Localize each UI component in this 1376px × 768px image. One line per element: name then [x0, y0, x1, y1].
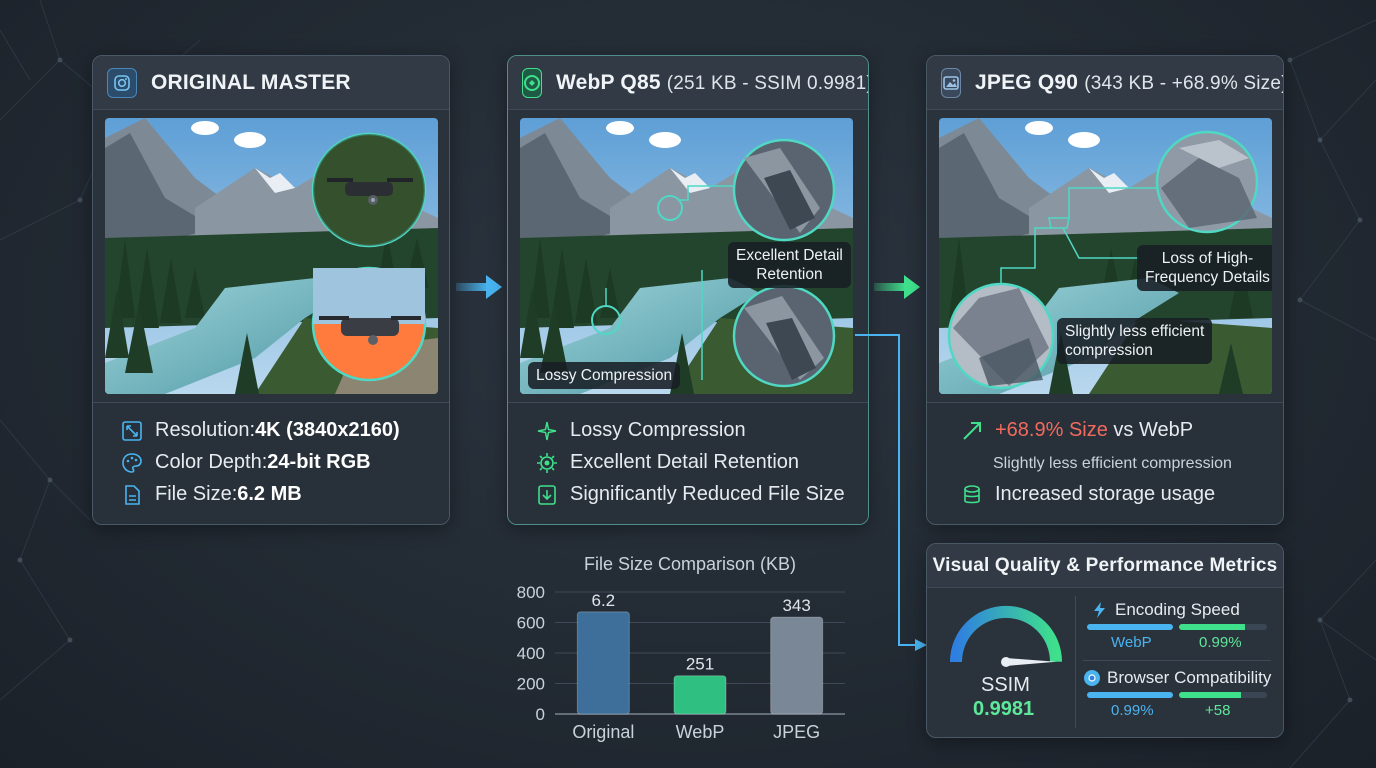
browser-compat-left-value: 0.99%	[1111, 702, 1154, 719]
image-icon	[941, 67, 961, 98]
jpeg-details: +68.9% Size vs WebP Slightly less effici…	[927, 402, 1283, 524]
lightning-icon	[1094, 602, 1105, 618]
encoding-speed-fill-left	[1087, 624, 1173, 630]
database-icon	[964, 484, 980, 503]
y-tick-label-0: 0	[536, 705, 545, 724]
lossy-compression-callout: Lossy Compression	[528, 362, 681, 389]
x-tick-label-webp: WebP	[676, 722, 725, 742]
y-tick-label-800: 800	[517, 583, 545, 602]
file-size-bar-chart: 0 200 400 600 800 6.2 Original 251 WebP 343 JPEG	[517, 583, 845, 742]
y-tick-label-200: 200	[517, 675, 545, 694]
efficiency-callout: Slightly less efficient compression	[1057, 318, 1213, 364]
encoding-speed-right-value: 0.99%	[1199, 634, 1242, 651]
encoding-speed-left-value: WebP	[1111, 634, 1152, 651]
file-icon	[125, 484, 140, 505]
data-label-jpeg: 343	[782, 596, 810, 615]
ssim-gauge	[949, 605, 1062, 667]
data-label-webp: 251	[686, 655, 714, 674]
palette-icon	[122, 452, 142, 473]
webp-subtitle: (251 KB - SSIM 0.9981)	[666, 72, 869, 94]
bar-jpeg	[770, 616, 824, 715]
original-master-details: Resolution: 4K (3840x2160) Color Depth: …	[93, 402, 449, 524]
browser-compat-fill-right	[1179, 692, 1241, 698]
ssim-value: 0.9981	[973, 698, 1035, 720]
x-tick-label-original: Original	[572, 722, 634, 742]
jpeg-subtitle: (343 KB - +68.9% Size)	[1084, 72, 1284, 94]
storage-row: Increased storage usage	[961, 483, 1215, 506]
loss-of-detail-callout: Loss of High- Frequency Details	[1137, 245, 1272, 291]
webp-details: Lossy Compression Excellent Detail Reten…	[508, 402, 868, 524]
size-delta-row: +68.9% Size vs WebP	[961, 419, 1193, 442]
arrow-webp-to-jpeg	[874, 275, 920, 299]
original-master-title: ORIGINAL MASTER	[151, 70, 351, 94]
jpeg-header: JPEG Q90 (343 KB - +68.9% Size)	[927, 56, 1283, 110]
metrics-row-divider	[1083, 660, 1271, 661]
webp-header: WebP Q85 (251 KB - SSIM 0.9981)	[508, 56, 868, 110]
detail-retention-callout: Excellent Detail Retention	[728, 242, 851, 288]
browser-compat-label: Browser Compatibility	[1083, 668, 1271, 688]
webp-title: WebP Q85 (251 KB - SSIM 0.9981)	[556, 71, 869, 95]
original-master-header: ORIGINAL MASTER	[93, 56, 449, 110]
resolution-row: Resolution: 4K (3840x2160)	[121, 419, 400, 442]
ssim-label: SSIM	[981, 674, 1030, 696]
metrics-card: Visual Quality & Performance Metrics SSI…	[926, 543, 1284, 738]
sparkle-icon	[537, 421, 557, 440]
efficiency-note: Slightly less efficient compression	[993, 455, 1232, 472]
chart-title: File Size Comparison (KB)	[583, 554, 797, 574]
ssim-gauge-needle	[1001, 657, 1056, 667]
trend-up-icon	[963, 421, 981, 440]
webp-logo-icon	[522, 67, 542, 98]
x-tick-label-jpeg: JPEG	[773, 722, 820, 742]
file-size-row: File Size: 6.2 MB	[121, 483, 302, 506]
encoding-speed-fill-right	[1179, 624, 1245, 630]
jpeg-landscape-image: Loss of High- Frequency Details Slightly…	[939, 118, 1272, 394]
y-tick-label-400: 400	[517, 644, 545, 663]
encoding-speed-track-right	[1179, 624, 1267, 630]
original-master-card: ORIGINAL MASTER Resolution: 4K (3840x216…	[92, 55, 450, 525]
encoding-speed-track-left	[1087, 624, 1173, 630]
chrome-icon	[1084, 670, 1100, 686]
ssim-gauge-fill	[949, 605, 1062, 663]
jpeg-title: JPEG Q90 (343 KB - +68.9% Size)	[975, 71, 1284, 95]
encoding-speed-label: Encoding Speed	[1091, 600, 1240, 620]
camera-icon	[107, 67, 137, 98]
data-label-original: 6.2	[592, 591, 616, 610]
browser-compat-fill-left	[1087, 692, 1173, 698]
lossy-compression-row: Lossy Compression	[536, 419, 746, 442]
webp-card: WebP Q85 (251 KB - SSIM 0.9981) Excellen…	[507, 55, 869, 525]
browser-compat-right-value: +58	[1205, 702, 1231, 719]
arrow-original-to-webp	[456, 275, 502, 299]
detail-gear-icon	[537, 452, 557, 473]
metrics-divider	[1075, 596, 1076, 728]
y-tick-label-600: 600	[517, 614, 545, 633]
download-file-icon	[538, 484, 556, 505]
browser-compat-track-left	[1087, 692, 1173, 698]
jpeg-card: JPEG Q90 (343 KB - +68.9% Size) Loss of …	[926, 55, 1284, 525]
metrics-title: Visual Quality & Performance Metrics	[932, 554, 1278, 576]
original-landscape-image	[105, 118, 438, 394]
bar-original	[576, 611, 630, 715]
detail-retention-row: Excellent Detail Retention	[536, 451, 799, 474]
metrics-header: Visual Quality & Performance Metrics	[927, 544, 1283, 588]
reduced-size-row: Significantly Reduced File Size	[536, 483, 845, 506]
webp-landscape-image: Excellent Detail Retention Lossy Compres…	[520, 118, 853, 394]
resolution-icon	[122, 420, 142, 441]
browser-compat-track-right	[1179, 692, 1267, 698]
color-depth-row: Color Depth: 24-bit RGB	[121, 451, 371, 474]
bar-webp	[673, 675, 727, 715]
